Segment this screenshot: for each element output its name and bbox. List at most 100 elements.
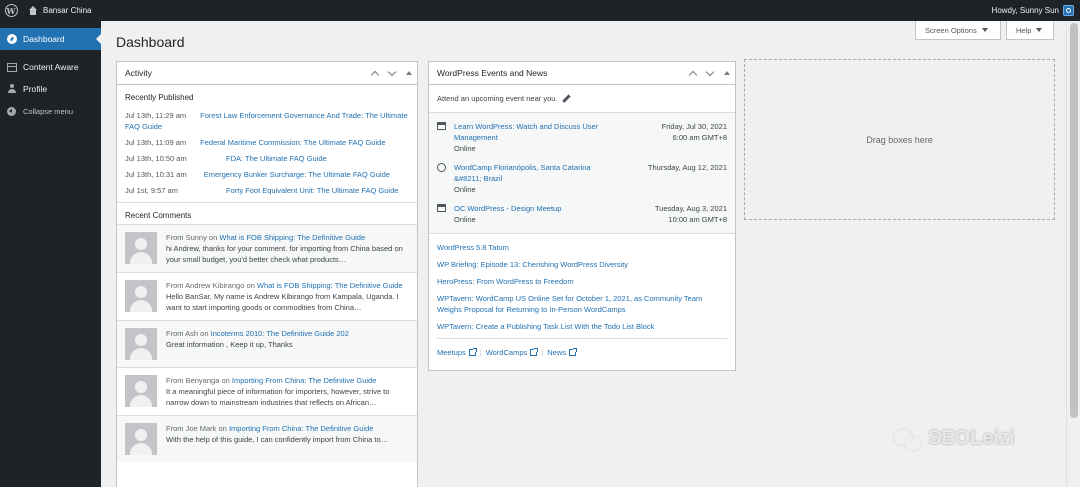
dropzone-label: Drag boxes here bbox=[866, 134, 933, 145]
list-item: Jul 1st, 9:57 am Forty Foot Equivalent U… bbox=[125, 185, 409, 196]
events-news-widget: WordPress Events and News Attend an upco… bbox=[428, 61, 736, 371]
toggle-panel-button[interactable] bbox=[400, 62, 417, 85]
comment-item: From Ash on Incoterms 2010: The Definiti… bbox=[117, 320, 417, 367]
event-location: Online bbox=[454, 215, 476, 224]
pencil-icon[interactable] bbox=[562, 95, 570, 103]
help-button[interactable]: Help bbox=[1006, 21, 1054, 40]
events-list: Learn WordPress: Watch and Discuss User … bbox=[429, 113, 735, 234]
list-item: Jul 13th, 11:29 am Forest Law Enforcement… bbox=[125, 110, 409, 132]
list-item: Jul 13th, 10:31 am Emergency Bunker Surch… bbox=[125, 169, 409, 180]
post-link[interactable]: FDA: The Ultimate FAQ Guide bbox=[226, 153, 327, 164]
comment-author: From Joe Mark on bbox=[166, 424, 229, 433]
sidebar-item-profile[interactable]: Profile bbox=[0, 78, 101, 100]
sidebar-item-content-aware[interactable]: Content Aware bbox=[0, 56, 101, 78]
wordpress-logo-icon[interactable]: W bbox=[0, 0, 22, 21]
admin-bar: W Bansar China Howdy, Sunny Sun bbox=[0, 0, 1080, 21]
recent-comments-list: From Sunny on What is FOB Shipping: The … bbox=[117, 224, 417, 462]
page-title: Dashboard bbox=[116, 34, 185, 50]
comment-post-link[interactable]: What is FOB Shipping: The Definitive Gui… bbox=[257, 281, 403, 290]
comment-excerpt: It a meaningful piece of information for… bbox=[166, 387, 390, 407]
avatar bbox=[125, 280, 157, 312]
event-link[interactable]: OC WordPress - Design Meetup bbox=[454, 203, 607, 214]
move-down-button[interactable] bbox=[701, 62, 718, 85]
comment-item: From Sunny on What is FOB Shipping: The … bbox=[117, 224, 417, 272]
move-up-button[interactable] bbox=[684, 62, 701, 85]
news-link[interactable]: WPTavern: WordCamp US Online Set for Oct… bbox=[437, 293, 727, 315]
sidebar-item-label: Content Aware bbox=[23, 62, 79, 72]
event-time: 10:00 am GMT+8 bbox=[668, 215, 727, 224]
post-link[interactable]: Forty Foot Equivalent Unit: The Ultimate… bbox=[226, 185, 398, 196]
comment-excerpt: hi Andrew, thanks for your comment. for … bbox=[166, 244, 403, 264]
avatar bbox=[125, 375, 157, 407]
comment-excerpt: Great information , Keep it up, Thanks bbox=[166, 340, 293, 349]
news-link[interactable]: HeroPress: From WordPress to Freedom bbox=[437, 276, 727, 287]
comment-post-link[interactable]: Importing From China: The Definitive Gui… bbox=[232, 376, 377, 385]
avatar bbox=[125, 232, 157, 264]
collapse-icon bbox=[6, 106, 17, 117]
separator: | bbox=[479, 348, 482, 357]
calendar-icon bbox=[437, 204, 446, 212]
howdy-text: Howdy, Sunny Sun bbox=[991, 6, 1059, 15]
event-location: Online bbox=[454, 144, 476, 153]
external-link-icon bbox=[530, 348, 539, 356]
sidebar-item-label: Profile bbox=[23, 84, 48, 94]
triangle-up-icon bbox=[723, 71, 730, 75]
sidebar-item-dashboard[interactable]: Dashboard bbox=[0, 28, 102, 50]
comment-item: From Benyanga on Importing From China: T… bbox=[117, 367, 417, 415]
comment-excerpt: Hello BanSar, My name is Andrew Kibirang… bbox=[166, 292, 399, 312]
external-link-icon bbox=[468, 348, 477, 356]
news-footer-link[interactable]: News bbox=[547, 348, 577, 357]
toggle-panel-button[interactable] bbox=[718, 62, 735, 85]
screen-options-label: Screen Options bbox=[925, 25, 977, 35]
list-item: Jul 13th, 10:50 am FDA: The Ultimate FAQ… bbox=[125, 153, 409, 164]
comment-author: From Ash on bbox=[166, 329, 211, 338]
activity-widget: Activity Recently Published Jul 13th, 11… bbox=[116, 61, 418, 487]
events-intro: Attend an upcoming event near you. bbox=[429, 85, 735, 113]
my-account-menu[interactable]: Howdy, Sunny Sun bbox=[992, 5, 1074, 16]
publish-date: Jul 13th, 10:31 am bbox=[125, 170, 187, 179]
wordcamps-link[interactable]: WordCamps bbox=[486, 348, 539, 357]
chevron-down-icon bbox=[387, 67, 396, 76]
watermark: SEOLeizi bbox=[892, 426, 1015, 452]
news-link[interactable]: WP Briefing: Episode 13: Cherishing Word… bbox=[437, 259, 727, 270]
activity-widget-title: Activity bbox=[125, 68, 152, 78]
list-item: Jul 13th, 11:09 am Federal Maritime Commi… bbox=[125, 137, 409, 148]
meetups-link[interactable]: Meetups bbox=[437, 348, 477, 357]
news-link[interactable]: WPTavern: Create a Publishing Task List … bbox=[437, 321, 727, 332]
meetups-label: Meetups bbox=[437, 348, 466, 357]
recently-published-heading: Recently Published bbox=[125, 93, 194, 102]
collapse-menu-button[interactable]: Collapse menu bbox=[0, 100, 101, 122]
comment-item: From Joe Mark on Importing From China: T… bbox=[117, 415, 417, 462]
event-location: Online bbox=[454, 185, 476, 194]
comment-author: From Andrew Kibirango on bbox=[166, 281, 257, 290]
scrollbar-thumb[interactable] bbox=[1070, 23, 1078, 418]
comment-item: From Andrew Kibirango on What is FOB Shi… bbox=[117, 272, 417, 320]
move-up-button[interactable] bbox=[366, 62, 383, 85]
event-link[interactable]: Learn WordPress: Watch and Discuss User … bbox=[454, 121, 614, 143]
drag-boxes-zone: Drag boxes here bbox=[744, 59, 1055, 220]
news-link[interactable]: WordPress 5.8 Tatum bbox=[437, 242, 727, 253]
watermark-text: SEOLeizi bbox=[928, 426, 1015, 449]
user-icon bbox=[6, 84, 17, 95]
home-icon bbox=[28, 5, 38, 16]
post-link[interactable]: Federal Maritime Commission: The Ultimat… bbox=[200, 138, 385, 147]
event-item: OC WordPress - Design Meetup Online Tues… bbox=[429, 199, 735, 229]
comment-post-link[interactable]: Incoterms 2010: The Definitive Guide 202 bbox=[211, 329, 349, 338]
move-down-button[interactable] bbox=[383, 62, 400, 85]
comment-post-link[interactable]: What is FOB Shipping: The Definitive Gui… bbox=[219, 233, 365, 242]
site-name-link[interactable]: Bansar China bbox=[28, 5, 91, 16]
avatar bbox=[125, 423, 157, 455]
wechat-icon bbox=[892, 426, 923, 452]
comment-post-link[interactable]: Importing From China: The Definitive Gui… bbox=[229, 424, 374, 433]
admin-sidebar: Dashboard Content Aware Profile Collapse… bbox=[0, 21, 102, 487]
screen-options-button[interactable]: Screen Options bbox=[915, 21, 1001, 40]
publish-date: Jul 13th, 11:29 am bbox=[125, 111, 187, 120]
help-label: Help bbox=[1016, 25, 1032, 35]
caret-down-icon bbox=[1036, 28, 1043, 32]
scrollbar[interactable] bbox=[1066, 21, 1080, 487]
event-link[interactable]: WordCamp Florianópolis, Santa Catarina &… bbox=[454, 162, 614, 184]
activity-widget-header: Activity bbox=[117, 62, 417, 85]
chevron-down-icon bbox=[705, 67, 714, 76]
post-link[interactable]: Emergency Bunker Surcharge: The Ultimate… bbox=[204, 170, 390, 179]
comment-author: From Sunny on bbox=[166, 233, 220, 242]
